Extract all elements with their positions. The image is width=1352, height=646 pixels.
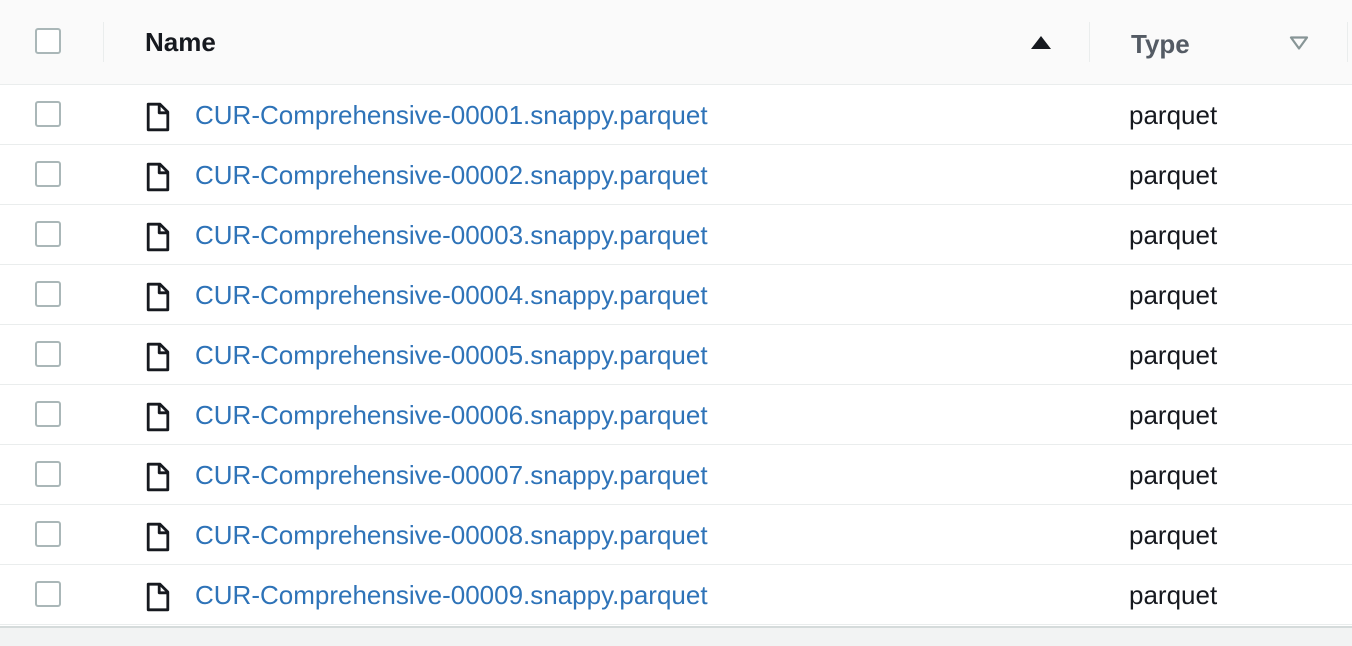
file-icon	[146, 582, 170, 617]
table-header: Name Type	[0, 0, 1352, 85]
table-row[interactable]: CUR-Comprehensive-00009.snappy.parquet pa…	[0, 565, 1352, 625]
column-divider	[103, 22, 104, 62]
table-row[interactable]: CUR-Comprehensive-00008.snappy.parquet pa…	[0, 505, 1352, 565]
file-icon	[146, 162, 170, 197]
row-checkbox[interactable]	[35, 161, 61, 187]
file-type-label: parquet	[1129, 400, 1218, 430]
table-footer-edge	[0, 626, 1352, 646]
file-type-label: parquet	[1129, 220, 1218, 250]
column-header-name[interactable]: Name	[145, 26, 216, 58]
file-name-link[interactable]: CUR-Comprehensive-00005.snappy.parquet	[195, 339, 708, 371]
row-checkbox[interactable]	[35, 221, 61, 247]
table-row[interactable]: CUR-Comprehensive-00002.snappy.parquet pa…	[0, 145, 1352, 205]
file-icon	[146, 102, 170, 137]
row-checkbox[interactable]	[35, 521, 61, 547]
row-checkbox[interactable]	[35, 461, 61, 487]
table-row[interactable]: CUR-Comprehensive-00004.snappy.parquet pa…	[0, 265, 1352, 325]
file-icon	[146, 402, 170, 437]
file-name-link[interactable]: CUR-Comprehensive-00004.snappy.parquet	[195, 279, 708, 311]
table-row[interactable]: CUR-Comprehensive-00006.snappy.parquet pa…	[0, 385, 1352, 445]
file-icon	[146, 462, 170, 497]
file-name-link[interactable]: CUR-Comprehensive-00009.snappy.parquet	[195, 579, 708, 611]
table-row[interactable]: CUR-Comprehensive-00007.snappy.parquet pa…	[0, 445, 1352, 505]
file-icon	[146, 342, 170, 377]
row-checkbox[interactable]	[35, 341, 61, 367]
sort-ascending-icon[interactable]	[1031, 36, 1051, 49]
file-type-label: parquet	[1129, 100, 1218, 130]
sort-unsorted-icon[interactable]	[1289, 36, 1309, 50]
file-icon	[146, 282, 170, 317]
table-row[interactable]: CUR-Comprehensive-00005.snappy.parquet pa…	[0, 325, 1352, 385]
file-icon	[146, 222, 170, 257]
column-divider	[1089, 22, 1090, 62]
file-name-link[interactable]: CUR-Comprehensive-00001.snappy.parquet	[195, 99, 708, 131]
column-header-type[interactable]: Type	[1131, 28, 1190, 60]
table-row[interactable]: CUR-Comprehensive-00001.snappy.parquet pa…	[0, 85, 1352, 145]
file-icon	[146, 522, 170, 557]
file-type-label: parquet	[1129, 460, 1218, 490]
row-checkbox[interactable]	[35, 581, 61, 607]
file-type-label: parquet	[1129, 280, 1218, 310]
row-checkbox[interactable]	[35, 281, 61, 307]
column-divider	[1347, 22, 1348, 62]
file-name-link[interactable]: CUR-Comprehensive-00006.snappy.parquet	[195, 399, 708, 431]
file-type-label: parquet	[1129, 340, 1218, 370]
file-name-link[interactable]: CUR-Comprehensive-00007.snappy.parquet	[195, 459, 708, 491]
row-checkbox[interactable]	[35, 401, 61, 427]
file-type-label: parquet	[1129, 520, 1218, 550]
select-all-checkbox[interactable]	[35, 28, 61, 54]
file-type-label: parquet	[1129, 580, 1218, 610]
file-name-link[interactable]: CUR-Comprehensive-00002.snappy.parquet	[195, 159, 708, 191]
file-name-link[interactable]: CUR-Comprehensive-00008.snappy.parquet	[195, 519, 708, 551]
row-checkbox[interactable]	[35, 101, 61, 127]
file-table: Name Type CUR-Comprehensive-00001.snappy…	[0, 0, 1352, 646]
file-name-link[interactable]: CUR-Comprehensive-00003.snappy.parquet	[195, 219, 708, 251]
file-type-label: parquet	[1129, 160, 1218, 190]
table-row[interactable]: CUR-Comprehensive-00003.snappy.parquet pa…	[0, 205, 1352, 265]
